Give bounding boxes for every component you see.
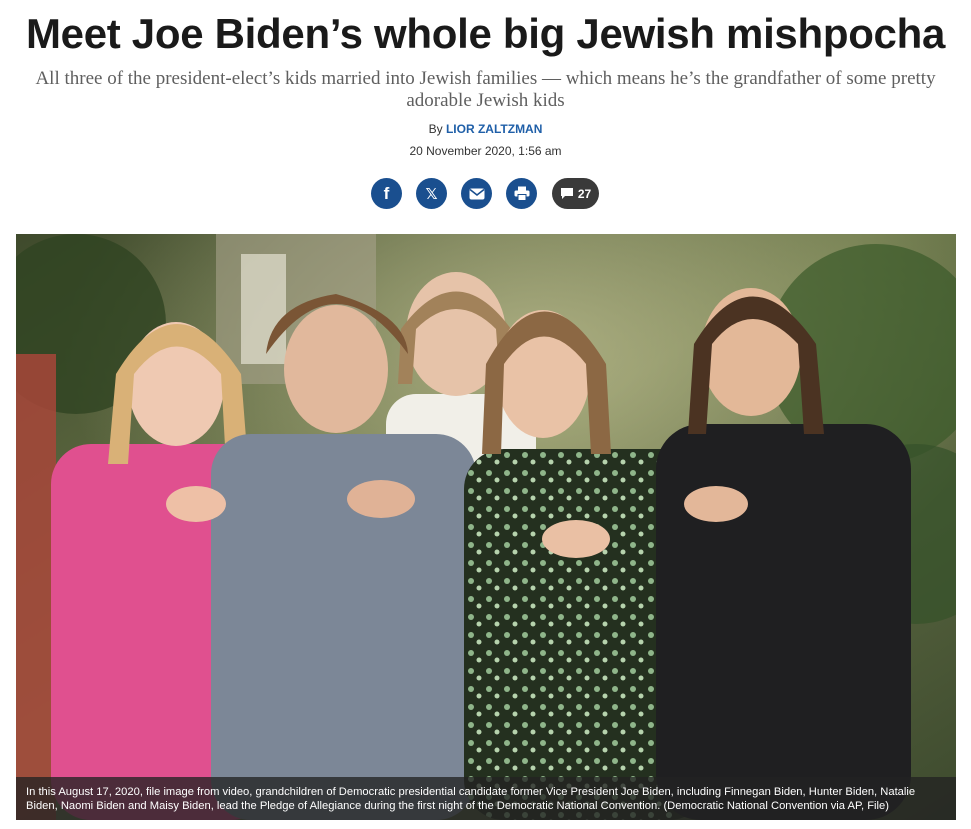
- email-icon: [469, 188, 484, 199]
- headline: Meet Joe Biden’s whole big Jewish mishpo…: [25, 10, 946, 57]
- comment-count: 27: [577, 186, 592, 201]
- publish-date: 20 November 2020, 1:56 am: [409, 144, 562, 158]
- photo-caption: In this August 17, 2020, file image from…: [16, 777, 956, 820]
- byline-prefix: By: [428, 122, 443, 136]
- subheadline: All three of the president-elect’s kids …: [35, 68, 936, 111]
- share-bar: f 𝕏 27: [0, 178, 971, 210]
- comment-icon: [560, 188, 573, 199]
- photo-illustration: [16, 234, 956, 820]
- print-button[interactable]: [506, 178, 537, 209]
- byline: By LIOR ZALTZMAN: [0, 122, 971, 136]
- comments-button[interactable]: 27: [552, 178, 599, 209]
- print-icon: [514, 186, 529, 201]
- email-share-button[interactable]: [461, 178, 492, 209]
- facebook-icon: f: [383, 183, 390, 203]
- x-share-button[interactable]: 𝕏: [416, 178, 447, 209]
- author-link[interactable]: LIOR ZALTZMAN: [446, 122, 542, 136]
- x-icon: 𝕏: [425, 185, 438, 203]
- facebook-share-button[interactable]: f: [371, 178, 402, 209]
- lead-photo: In this August 17, 2020, file image from…: [16, 234, 956, 820]
